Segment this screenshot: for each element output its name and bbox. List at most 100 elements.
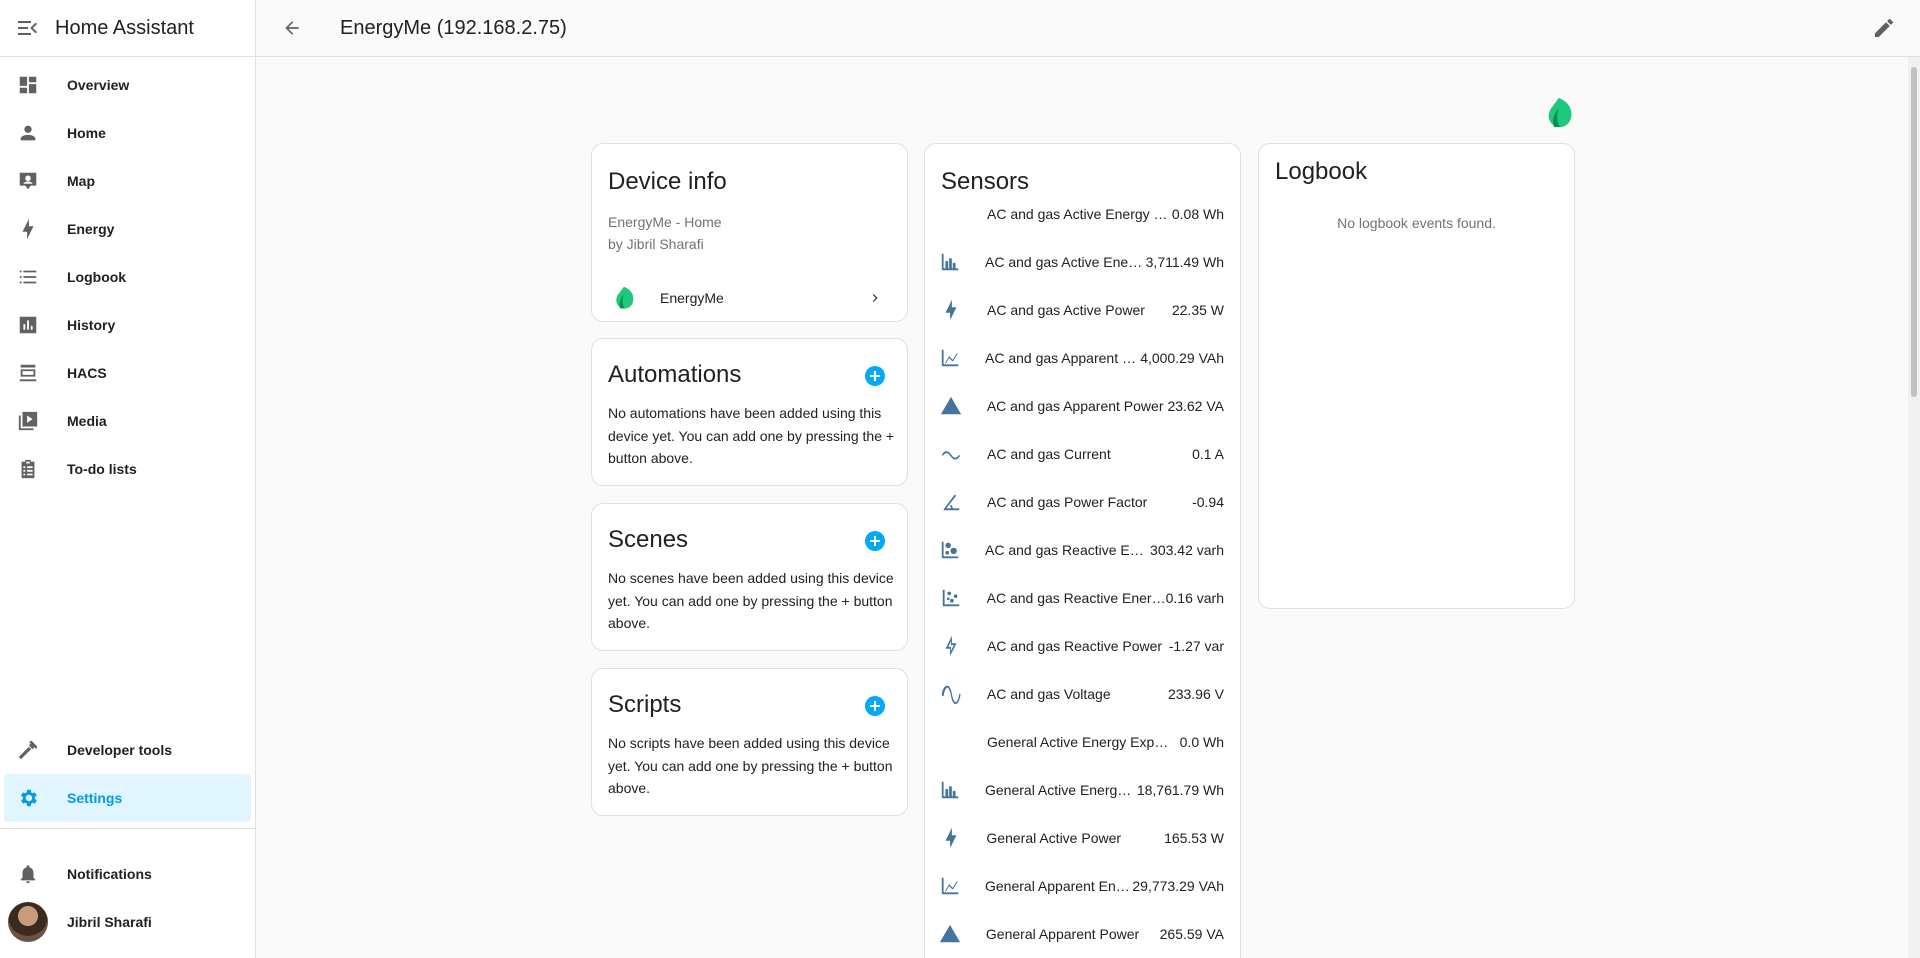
sensor-row[interactable]: General Apparent Power 265.59 VA: [925, 910, 1240, 958]
integration-name: EnergyMe: [660, 290, 724, 306]
sidebar-item-notifications[interactable]: Notifications: [4, 850, 251, 898]
app-title: Home Assistant: [55, 16, 194, 39]
sensor-row[interactable]: AC and gas Current 0.1 A: [925, 430, 1240, 478]
hammer-icon: [16, 738, 40, 762]
sidebar-bottom: Developer tools Settings: [0, 726, 255, 829]
sensor-row[interactable]: General Active Power 165.53 W: [925, 814, 1240, 862]
sidebar-item-todo-lists[interactable]: To-do lists: [4, 445, 251, 493]
integration-link[interactable]: EnergyMe: [592, 277, 907, 319]
sensor-row[interactable]: General Active Energy Export 0.0 Wh: [925, 718, 1240, 766]
angle-icon: [939, 490, 963, 514]
sidebar-nav: Overview Home Map Energy Logbook History…: [0, 57, 255, 493]
list-icon: [16, 265, 40, 289]
sensor-name: AC and gas Apparent Power: [986, 398, 1164, 414]
leaf-logo-icon: [1548, 98, 1572, 128]
sensor-name: AC and gas Reactive Power: [986, 638, 1163, 654]
sidebar-divider: [0, 828, 255, 829]
back-button[interactable]: [268, 4, 316, 52]
add-script-button[interactable]: [865, 696, 885, 716]
sidebar-item-hacs[interactable]: HACS: [4, 349, 251, 397]
sensor-row[interactable]: AC and gas Reactive Energy Import 0.16 v…: [925, 574, 1240, 622]
energyme-logo-icon: [616, 286, 634, 309]
pencil-icon[interactable]: [1872, 16, 1896, 40]
page-title: EnergyMe (192.168.2.75): [340, 16, 567, 39]
sidebar-item-logbook[interactable]: Logbook: [4, 253, 251, 301]
device-manufacturer: by Jibril Sharafi: [608, 236, 704, 252]
sensor-value: 4,000.29 VAh: [1140, 350, 1224, 366]
sensor-row[interactable]: General Active Energy Import 18,761.79 W…: [925, 766, 1240, 814]
warning-flash-icon: [939, 922, 962, 946]
scrollbar-thumb[interactable]: [1911, 67, 1917, 397]
sensor-name: AC and gas Current: [987, 446, 1111, 462]
sensor-value: -1.27 var: [1168, 638, 1224, 654]
sidebar-item-map[interactable]: Map: [4, 157, 251, 205]
sidebar-item-developer-tools[interactable]: Developer tools: [4, 726, 251, 774]
sidebar-item-history[interactable]: History: [4, 301, 251, 349]
sensor-name: General Apparent Energy: [985, 878, 1133, 894]
sensor-row[interactable]: AC and gas Voltage 233.96 V: [925, 670, 1240, 718]
sensor-row[interactable]: AC and gas Active Energy Import 3,711.49…: [925, 238, 1240, 286]
sensor-name: AC and gas Voltage: [986, 686, 1111, 702]
lightning-icon: [939, 826, 962, 850]
sensor-row[interactable]: AC and gas Active Energy Export 0.08 Wh: [925, 190, 1240, 238]
sidebar-item-user[interactable]: Jibril Sharafi: [4, 898, 251, 946]
lightning-icon: [16, 217, 40, 241]
area-chart-icon: [939, 874, 961, 898]
sensor-value: 0.08 Wh: [1171, 206, 1224, 222]
warning-flash-icon: [939, 394, 963, 418]
sensor-value: 265.59 VA: [1159, 926, 1224, 942]
sidebar-item-label: History: [67, 317, 116, 333]
add-automation-button[interactable]: [865, 366, 885, 386]
scripts-title: Scripts: [608, 691, 682, 718]
energy-steps-icon: [939, 250, 961, 274]
sidebar-item-settings[interactable]: Settings: [4, 774, 251, 822]
scenes-card: Scenes No scenes have been added using t…: [591, 503, 908, 651]
sidebar-item-label: Overview: [67, 77, 130, 93]
sensors-card: Sensors AC and gas Active Energy Export …: [924, 143, 1241, 958]
sensor-name: General Active Energy Export: [987, 734, 1169, 750]
sensor-row[interactable]: AC and gas Reactive Energy Export 303.42…: [925, 526, 1240, 574]
sensor-row[interactable]: AC and gas Apparent Energy 4,000.29 VAh: [925, 334, 1240, 382]
bell-icon: [16, 862, 40, 886]
sensor-row[interactable]: AC and gas Active Power 22.35 W: [925, 286, 1240, 334]
device-model: EnergyMe - Home: [608, 214, 722, 230]
person-icon: [16, 121, 40, 145]
chevron-right-icon: [872, 294, 878, 302]
sidebar-item-overview[interactable]: Overview: [4, 61, 251, 109]
device-info-title: Device info: [608, 168, 727, 195]
sidebar-item-label: Developer tools: [67, 742, 173, 758]
logbook-title: Logbook: [1275, 158, 1368, 185]
sensor-row[interactable]: AC and gas Apparent Power 23.62 VA: [925, 382, 1240, 430]
add-scene-button[interactable]: [865, 531, 885, 551]
bubble-chart-icon: [939, 538, 961, 562]
no-icon: [939, 730, 963, 754]
avatar: [8, 902, 48, 942]
sidebar-item-label: Energy: [67, 221, 115, 237]
device-info-card: Device info EnergyMe - Home by Jibril Sh…: [591, 143, 908, 322]
sensor-row[interactable]: General Apparent Energy 29,773.29 VAh: [925, 862, 1240, 910]
menu-collapse-icon[interactable]: [16, 16, 40, 40]
sidebar-item-media[interactable]: Media: [4, 397, 251, 445]
chart-icon: [16, 313, 40, 337]
sidebar-item-label: Media: [67, 413, 107, 429]
hacs-icon: [16, 361, 40, 385]
sensor-name: AC and gas Active Energy Import: [985, 254, 1146, 270]
lightning-icon: [939, 298, 963, 322]
page-scrollbar[interactable]: [1908, 57, 1920, 958]
sidebar-item-label: Map: [67, 173, 95, 189]
overview-icon: [16, 73, 40, 97]
sidebar-item-label: Logbook: [67, 269, 127, 285]
sensor-row[interactable]: AC and gas Reactive Power -1.27 var: [925, 622, 1240, 670]
sidebar-item-energy[interactable]: Energy: [4, 205, 251, 253]
sidebar: Home Assistant Overview Home Map Energy …: [0, 0, 256, 958]
logbook-card: Logbook No logbook events found.: [1258, 143, 1575, 609]
scripts-empty-text: No scripts have been added using this de…: [608, 735, 893, 796]
sensor-name: AC and gas Reactive Energy Import: [986, 590, 1166, 606]
sensor-row[interactable]: AC and gas Power Factor -0.94: [925, 478, 1240, 526]
sidebar-item-home[interactable]: Home: [4, 109, 251, 157]
sensor-value: 165.53 W: [1164, 830, 1224, 846]
area-chart-icon: [939, 346, 961, 370]
sensor-name: General Active Energy Import: [985, 782, 1137, 798]
scripts-card: Scripts No scripts have been added using…: [591, 668, 908, 816]
current-ac-icon: [939, 442, 963, 466]
